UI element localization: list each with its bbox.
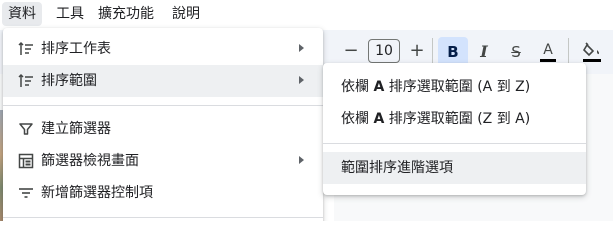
data-menu: 排序工作表 排序範圍 建立篩選器 篩選器檢視畫面 新增篩選器控制項	[3, 28, 323, 221]
menu-item-label: 建立篩選器	[41, 121, 111, 137]
sort-range-submenu: 依欄 A 排序選取範圍 (A 到 Z) 依欄 A 排序選取範圍 (Z 到 A) …	[323, 63, 586, 195]
sort-icon	[18, 73, 33, 87]
menu-help[interactable]: 說明	[166, 2, 206, 26]
menu-extensions[interactable]: 擴充功能	[92, 2, 160, 26]
menu-item-label: 排序範圍	[41, 73, 97, 89]
submenu-divider	[323, 143, 586, 144]
sort-range-a-to-z[interactable]: 依欄 A 排序選取範圍 (A 到 Z)	[323, 71, 586, 103]
submenu-item-label: 依欄 A 排序選取範圍 (Z 到 A)	[341, 111, 531, 127]
menu-divider	[3, 105, 323, 106]
filter-control-icon	[19, 188, 33, 198]
submenu-arrow-icon	[299, 44, 304, 52]
menu-tools[interactable]: 工具	[50, 2, 90, 26]
sort-range-z-to-a[interactable]: 依欄 A 排序選取範圍 (Z 到 A)	[323, 103, 586, 135]
decrease-font-size-button[interactable]: −	[342, 40, 360, 62]
menu-item-label: 排序工作表	[41, 41, 111, 57]
submenu-item-label: 依欄 A 排序選取範圍 (A 到 Z)	[341, 79, 531, 95]
toolbar-divider	[432, 38, 433, 64]
sheets-window: 資料 工具 擴充功能 說明 − 10 + B I S A 排序工作表 排序範圍 …	[0, 0, 613, 221]
menu-divider	[3, 217, 323, 218]
menu-item-filter-views[interactable]: 篩選器檢視畫面	[3, 145, 323, 177]
submenu-item-label: 範圍排序進階選項	[341, 160, 453, 176]
submenu-arrow-icon	[299, 156, 304, 164]
sort-icon	[18, 41, 33, 55]
menu-item-label: 新增篩選器控制項	[41, 185, 153, 201]
increase-font-size-button[interactable]: +	[408, 40, 426, 62]
menu-item-add-filter-control[interactable]: 新增篩選器控制項	[3, 177, 323, 209]
menu-item-sort-range[interactable]: 排序範圍	[3, 65, 323, 97]
menu-item-sort-sheet[interactable]: 排序工作表	[3, 33, 323, 65]
advanced-range-sort-options[interactable]: 範圍排序進階選項	[323, 152, 586, 184]
submenu-arrow-icon	[299, 76, 304, 84]
toolbar-divider	[568, 38, 569, 64]
font-size-input[interactable]: 10	[368, 39, 400, 63]
filter-view-icon	[18, 153, 34, 169]
text-color-swatch	[540, 59, 556, 62]
menu-data[interactable]: 資料	[2, 2, 42, 26]
menu-item-create-filter[interactable]: 建立篩選器	[3, 113, 323, 145]
menu-item-label: 篩選器檢視畫面	[41, 153, 139, 169]
filter-icon	[19, 123, 33, 135]
text-color-label: A	[543, 42, 553, 58]
menubar: 資料 工具 擴充功能 說明	[0, 0, 613, 28]
